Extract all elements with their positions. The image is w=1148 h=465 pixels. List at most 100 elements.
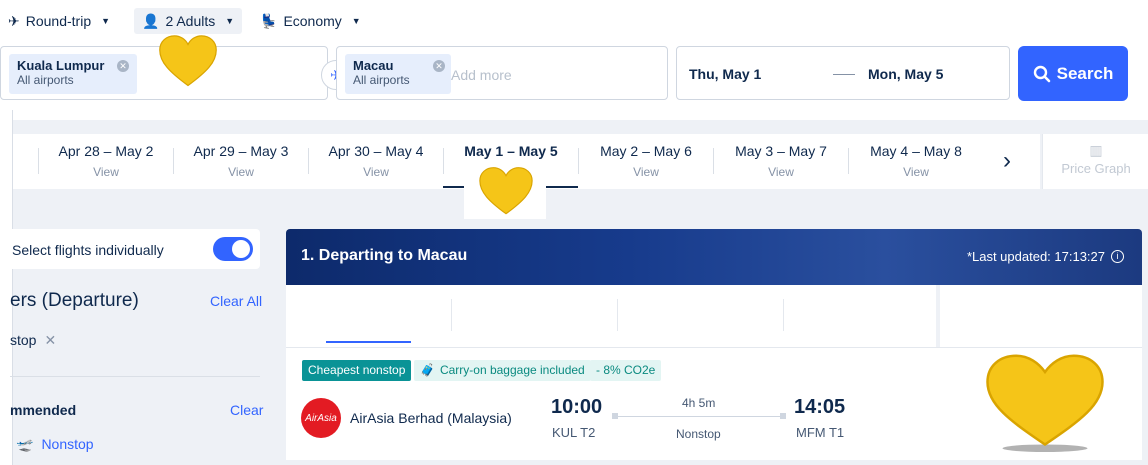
divider <box>173 148 174 174</box>
date-separator <box>833 74 855 75</box>
trip-type-dropdown[interactable]: ✈ Round-trip ▼ <box>8 8 110 34</box>
destination-airports: All airports <box>353 73 410 87</box>
departing-title: 1. Departing to Macau <box>301 247 468 264</box>
date-tab[interactable]: May 3 – May 7 View <box>714 134 848 189</box>
individual-toggle[interactable] <box>213 237 253 261</box>
date-tab-dates: Apr 29 – May 3 <box>193 143 289 159</box>
depart-airport: KUL T2 <box>552 425 596 440</box>
nonstop-filter-option[interactable]: 🛫 Nonstop <box>16 436 94 453</box>
destination-chip[interactable]: Macau All airports ✕ <box>345 54 451 94</box>
filters-title: ers (Departure) <box>10 290 139 311</box>
date-tab-dates: May 2 – May 6 <box>600 143 692 159</box>
nonstop-option-label: Nonstop <box>41 436 94 452</box>
search-label: Search <box>1056 63 1114 83</box>
arrive-time: 14:05 <box>794 396 846 418</box>
arrive-airport: MFM T1 <box>796 425 845 440</box>
trip-type-label: Round-trip <box>25 13 92 29</box>
divider <box>936 285 940 347</box>
divider <box>443 148 444 174</box>
date-tab-price: View <box>903 165 929 179</box>
search-icon <box>1033 65 1050 82</box>
origin-city: Kuala Lumpur <box>17 58 105 73</box>
origin-airports: All airports <box>17 73 74 87</box>
date-tab-price: View <box>363 165 389 179</box>
cabin-dropdown[interactable]: 💺 Economy ▼ <box>260 8 361 34</box>
route-start-dot <box>612 413 618 419</box>
info-icon[interactable]: i <box>1111 250 1124 263</box>
divider <box>783 299 784 331</box>
duration: 4h 5m <box>682 396 716 410</box>
divider <box>451 299 452 331</box>
sort-tab-underline <box>326 341 411 343</box>
date-tab[interactable]: May 2 – May 6 View <box>579 134 713 189</box>
heart-sticker-icon <box>159 35 217 87</box>
sort-tabs-row <box>286 285 1142 348</box>
remove-icon[interactable]: ✕ <box>117 60 129 72</box>
search-button[interactable]: Search <box>1018 46 1128 101</box>
last-updated: *Last updated: 17:13:27 i <box>967 249 1124 264</box>
person-icon: 👤 <box>142 12 160 29</box>
cheapest-nonstop-tag: Cheapest nonstop <box>302 360 412 381</box>
active-filter-label: stop <box>10 332 37 348</box>
date-tab[interactable]: Apr 29 – May 3 View <box>174 134 308 189</box>
date-tab[interactable]: May 4 – May 8 View <box>849 134 983 189</box>
date-tab-dates: May 4 – May 8 <box>870 143 962 159</box>
origin-chip[interactable]: Kuala Lumpur All airports ✕ <box>9 54 137 94</box>
divider <box>10 376 260 377</box>
close-icon[interactable]: ✕ <box>44 332 56 349</box>
divider <box>617 299 618 331</box>
passengers-label: 2 Adults <box>165 13 216 29</box>
depart-date[interactable]: Thu, May 1 <box>689 66 761 82</box>
next-arrow-icon[interactable]: › <box>1003 147 1011 175</box>
destination-city: Macau <box>353 58 394 73</box>
heart-sticker-icon <box>986 354 1104 452</box>
date-tab[interactable]: Apr 30 – May 4 View <box>309 134 443 189</box>
divider <box>308 148 309 174</box>
cabin-label: Economy <box>283 13 342 29</box>
co2-tag: - 8% CO2e <box>590 360 662 381</box>
individual-toggle-label: Select flights individually <box>12 242 164 258</box>
date-tab-price: View <box>768 165 794 179</box>
divider <box>578 148 579 174</box>
date-tab-price: View <box>228 165 254 179</box>
stops: Nonstop <box>676 427 721 441</box>
active-filter-chip[interactable]: stop ✕ <box>10 332 56 349</box>
chevron-down-icon: ▼ <box>225 16 235 26</box>
baggage-tag: 🧳 Carry-on baggage included <box>414 360 591 381</box>
seat-icon: 💺 <box>260 12 278 29</box>
date-tab[interactable]: Apr 28 – May 2 View <box>39 134 173 189</box>
recommended-title: mmended <box>10 402 77 418</box>
airline-name: AirAsia Berhad (Malaysia) <box>350 410 512 426</box>
date-tab-dates: May 3 – May 7 <box>735 143 827 159</box>
route-end-dot <box>780 413 786 419</box>
price-graph-button[interactable]: ▥ Price Graph <box>1042 134 1148 189</box>
date-tab-price: View <box>633 165 659 179</box>
depart-time: 10:00 <box>551 396 603 418</box>
results-banner: 1. Departing to Macau *Last updated: 17:… <box>286 229 1142 285</box>
remove-icon[interactable]: ✕ <box>433 60 445 72</box>
airline-logo: AirAsia <box>301 398 341 438</box>
date-tab-dates: Apr 28 – May 2 <box>58 143 154 159</box>
date-tab-dates: Apr 30 – May 4 <box>328 143 424 159</box>
clear-all-link[interactable]: Clear All <box>210 293 262 309</box>
luggage-icon: 🧳 <box>420 363 435 377</box>
price-graph-label: Price Graph <box>1061 161 1131 176</box>
route-line <box>614 416 784 417</box>
return-date[interactable]: Mon, May 5 <box>868 66 943 82</box>
divider <box>713 148 714 174</box>
date-tab-price: View <box>93 165 119 179</box>
divider <box>848 148 849 174</box>
passengers-dropdown[interactable]: 👤 2 Adults ▼ <box>134 8 243 34</box>
date-tab-dates: May 1 – May 5 <box>464 143 558 159</box>
recommended-clear-link[interactable]: Clear <box>230 402 263 418</box>
baggage-label: Carry-on baggage included <box>439 363 585 377</box>
chevron-down-icon: ▼ <box>101 16 111 26</box>
last-updated-text: *Last updated: 17:13:27 <box>966 249 1105 264</box>
heart-sticker-icon <box>479 167 533 215</box>
destination-field[interactable]: Macau All airports ✕ Add more <box>336 46 668 100</box>
add-more-input[interactable]: Add more <box>451 67 512 83</box>
chevron-down-icon: ▼ <box>351 16 361 26</box>
bar-chart-icon: ▥ <box>1089 142 1103 158</box>
plane-icon: ✈ <box>8 12 20 29</box>
date-range-field[interactable]: Thu, May 1 Mon, May 5 <box>676 46 1010 100</box>
